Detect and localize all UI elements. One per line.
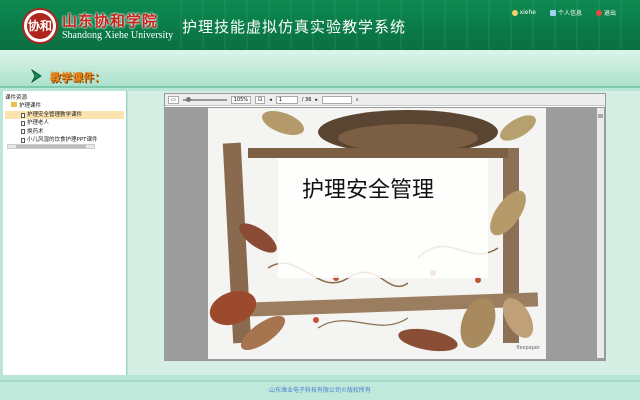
logo-seal-text: 协和 <box>27 13 53 39</box>
document-icon <box>21 120 25 126</box>
section-title: 教学课件： <box>50 71 105 84</box>
search-input[interactable] <box>321 95 352 104</box>
decorative-frame-image <box>208 108 546 359</box>
system-title: 护理技能虚拟仿真实验教学系统 <box>182 18 407 36</box>
print-button[interactable]: ▭ <box>168 95 179 104</box>
profile-label: 个人信息 <box>557 10 582 17</box>
footer: 山东潍业电子科技有限公司©版权所有 <box>0 380 640 400</box>
divider <box>0 86 640 88</box>
sidebar-tree: 课件资源 护理课件 护理安全管理教学课件 护理老人 换药术 小儿风湿的饮食护理P… <box>3 91 127 375</box>
prev-page-icon[interactable]: ◂ <box>269 97 272 103</box>
tree-item-dressing-change[interactable]: 换药术 <box>5 128 124 136</box>
tree-item-elderly-care[interactable]: 护理老人 <box>5 119 124 127</box>
page-number-input[interactable]: 1 <box>275 95 298 104</box>
tree-item-label: 护理安全管理教学课件 <box>27 111 83 118</box>
tree-folder[interactable]: 护理课件 <box>5 102 124 110</box>
scrollbar-thumb[interactable] <box>16 145 86 148</box>
scrollbar-thumb[interactable] <box>598 114 603 118</box>
user-name: xiehe <box>519 9 536 16</box>
section-bar: 教学课件： <box>0 50 640 88</box>
tree-root[interactable]: 课件资源 <box>5 94 124 102</box>
zoom-slider[interactable] <box>182 96 227 102</box>
fit-page-button[interactable]: ⊡ <box>255 95 266 104</box>
zoom-level[interactable]: 105% <box>230 95 252 104</box>
tree-folder-label: 护理课件 <box>19 103 42 110</box>
document-icon <box>21 129 25 135</box>
user-link[interactable]: xiehe <box>511 8 536 17</box>
power-icon <box>595 9 602 16</box>
profile-icon <box>549 9 556 16</box>
header-bar: 协和 山东协和学院 Shandong Xiehe University 护理技能… <box>0 0 640 50</box>
document-viewer: ▭ 105% ⊡ ◂ 1 / 36 ▸ ⌕ 护理安全管理 flexpaper <box>164 93 606 361</box>
arrow-right-icon <box>31 69 42 83</box>
viewer-toolbar: ▭ 105% ⊡ ◂ 1 / 36 ▸ ⌕ <box>165 94 605 106</box>
document-icon <box>21 112 25 118</box>
slide-heading: 护理安全管理 <box>302 178 435 203</box>
copyright-text: 山东潍业电子科技有限公司©版权所有 <box>268 387 371 394</box>
university-name-en: Shandong Xiehe University <box>62 30 174 41</box>
university-logo: 协和 <box>22 8 58 44</box>
logout-label: 退出 <box>603 10 616 17</box>
document-icon <box>21 137 25 143</box>
university-name-cn: 山东协和学院 <box>62 12 159 30</box>
top-links: xiehe 个人信息 退出 <box>511 8 616 17</box>
next-page-icon[interactable]: ▸ <box>315 97 318 103</box>
tree-horizontal-scrollbar[interactable] <box>7 144 95 149</box>
tree-item-label: 护理老人 <box>27 120 50 127</box>
tree-item-safety-management[interactable]: 护理安全管理教学课件 <box>5 110 124 120</box>
document-page: 护理安全管理 flexpaper <box>208 108 546 359</box>
logout-link[interactable]: 退出 <box>595 8 616 17</box>
viewer-vertical-scrollbar[interactable] <box>597 108 604 358</box>
total-pages: / 36 <box>301 96 312 103</box>
user-icon <box>511 9 518 16</box>
tree-item-label: 换药术 <box>27 128 44 135</box>
profile-link[interactable]: 个人信息 <box>549 8 582 17</box>
folder-icon <box>11 102 17 108</box>
search-icon[interactable]: ⌕ <box>356 97 359 103</box>
flexpaper-watermark: flexpaper <box>516 345 540 351</box>
document-canvas: 护理安全管理 flexpaper <box>165 107 605 360</box>
zoom-knob[interactable] <box>185 96 191 102</box>
